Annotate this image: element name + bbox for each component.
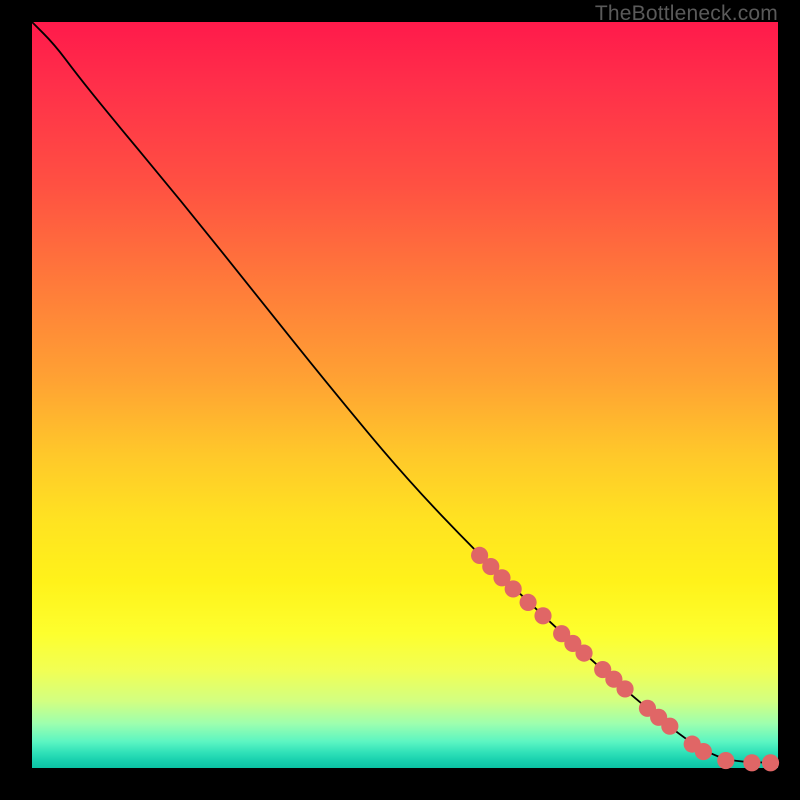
marker-point <box>695 743 712 760</box>
chart-frame: TheBottleneck.com <box>0 0 800 800</box>
marker-point <box>520 594 537 611</box>
marker-point <box>717 752 734 769</box>
marker-point <box>534 607 551 624</box>
marker-point <box>762 754 779 771</box>
marker-point <box>616 680 633 697</box>
marker-point <box>575 645 592 662</box>
plot-area <box>32 22 778 768</box>
marker-point <box>505 580 522 597</box>
chart-svg <box>32 22 778 768</box>
marker-point <box>661 718 678 735</box>
series-curve <box>32 22 778 763</box>
series-markers <box>471 547 779 772</box>
marker-point <box>743 754 760 771</box>
